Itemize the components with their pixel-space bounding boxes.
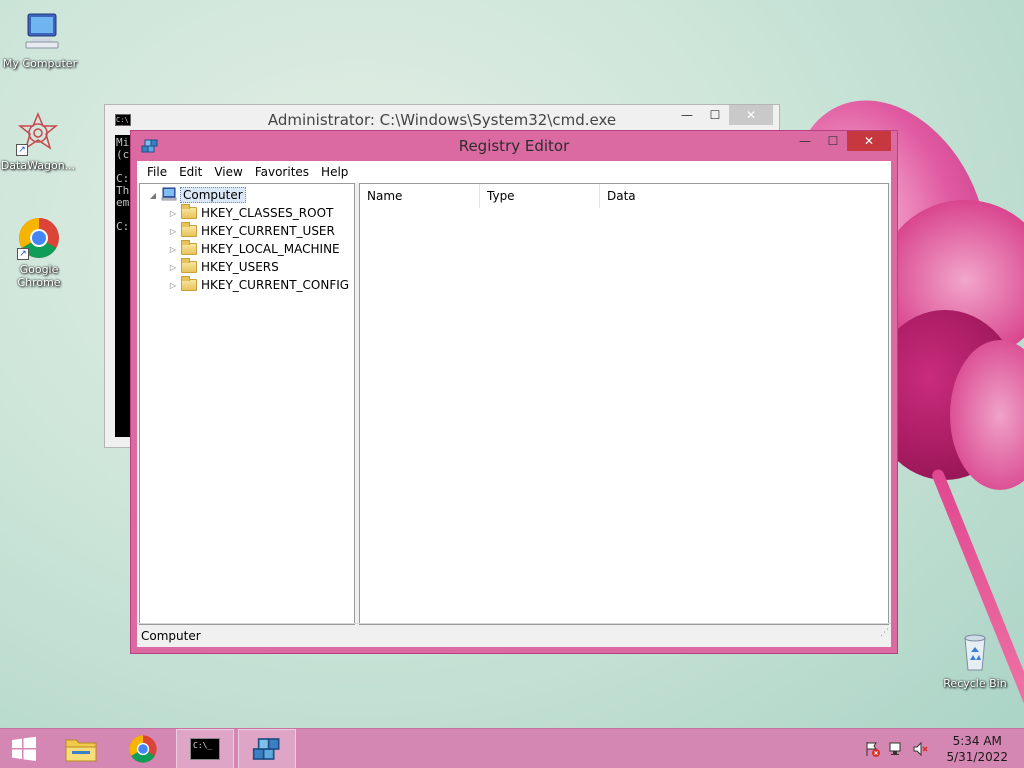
expand-arrow-icon[interactable]: ▷ [168, 263, 178, 272]
cmd-icon: C:\_ [190, 738, 220, 760]
desktop-icon-google-chrome[interactable]: ↗ Google Chrome [0, 216, 79, 289]
volume-muted-icon[interactable] [912, 741, 928, 757]
action-center-flag-icon[interactable] [864, 741, 881, 757]
desktop-icon-my-computer[interactable]: My Computer [0, 10, 80, 70]
column-header-name[interactable]: Name [360, 184, 480, 208]
tree-node-label: HKEY_USERS [201, 260, 279, 274]
column-header-data[interactable]: Data [600, 184, 890, 208]
folder-icon [181, 258, 197, 273]
clock-time: 5:34 AM [952, 734, 1002, 748]
desktop-icon-label: My Computer [2, 57, 78, 70]
computer-icon [161, 187, 177, 204]
wallpaper-stem [930, 467, 1024, 751]
expand-arrow-icon[interactable]: ▷ [168, 227, 178, 236]
folder-icon [181, 240, 197, 255]
minimize-button[interactable]: — [673, 105, 701, 125]
menu-help[interactable]: Help [315, 165, 354, 179]
chrome-icon: ↗ [17, 216, 61, 260]
close-button[interactable]: ✕ [729, 105, 773, 125]
desktop-icon-label: DataWagon... [0, 159, 76, 172]
minimize-button[interactable]: — [791, 131, 819, 151]
tree-node-hkcc[interactable]: ▷ HKEY_CURRENT_CONFIG [168, 276, 349, 294]
desktop-icon-label: Recycle Bin [943, 677, 1007, 690]
tree-node-hkcu[interactable]: ▷ HKEY_CURRENT_USER [168, 222, 335, 240]
values-list[interactable]: Name Type Data [359, 183, 889, 625]
registry-editor-window[interactable]: Registry Editor — ☐ ✕ File Edit View Fav… [130, 130, 898, 654]
cmd-icon: C:\ [115, 114, 131, 126]
collapse-arrow-icon[interactable]: ◢ [148, 191, 158, 200]
regedit-icon [252, 738, 280, 760]
tree-node-label: HKEY_CURRENT_USER [201, 224, 335, 238]
column-header-type[interactable]: Type [480, 184, 600, 208]
system-tray: 5:34 AM 5/31/2022 [860, 729, 1024, 768]
status-bar: Computer ⋰ [137, 623, 891, 647]
tree-node-label: HKEY_CURRENT_CONFIG [201, 278, 350, 292]
taskbar: C:\_ 5:34 AM 5/31/2022 [0, 728, 1024, 768]
tree-node-label: HKEY_CLASSES_ROOT [201, 206, 334, 220]
menu-file[interactable]: File [141, 165, 173, 179]
regedit-title-bar[interactable]: Registry Editor — ☐ ✕ [131, 131, 897, 161]
registry-tree[interactable]: ◢ Computer ▷ HKEY_CLASSES_ROOT ▷ HKEY_CU… [139, 183, 355, 625]
menu-bar: File Edit View Favorites Help [137, 161, 891, 183]
desktop-icon-label: Google Chrome [17, 263, 61, 289]
folder-icon [65, 739, 97, 762]
tree-node-label: Computer [180, 187, 246, 203]
tree-node-hklm[interactable]: ▷ HKEY_LOCAL_MACHINE [168, 240, 340, 258]
expand-arrow-icon[interactable]: ▷ [168, 209, 178, 218]
computer-icon [18, 10, 62, 54]
shortcut-arrow-icon: ↗ [17, 248, 29, 260]
datawagon-icon: ↗ [16, 112, 60, 156]
tree-node-hkcr[interactable]: ▷ HKEY_CLASSES_ROOT [168, 204, 333, 222]
recycle-bin-icon [953, 630, 997, 674]
tree-node-computer[interactable]: ◢ Computer [148, 186, 246, 204]
shortcut-arrow-icon: ↗ [16, 144, 28, 156]
menu-edit[interactable]: Edit [173, 165, 208, 179]
folder-icon [181, 204, 197, 219]
taskbar-clock[interactable]: 5:34 AM 5/31/2022 [946, 733, 1008, 765]
desktop-icon-recycle-bin[interactable]: Recycle Bin [935, 630, 1015, 690]
network-icon[interactable] [888, 741, 904, 757]
tree-node-label: HKEY_LOCAL_MACHINE [201, 242, 340, 256]
start-button[interactable] [0, 729, 48, 768]
close-button[interactable]: ✕ [847, 131, 891, 151]
regedit-client-area: File Edit View Favorites Help ◢ Computer [137, 161, 891, 647]
windows-logo-icon [12, 736, 36, 761]
folder-icon [181, 276, 197, 291]
resize-grip-icon[interactable]: ⋰ [880, 621, 889, 645]
menu-favorites[interactable]: Favorites [249, 165, 315, 179]
expand-arrow-icon[interactable]: ▷ [168, 281, 178, 290]
maximize-button[interactable]: ☐ [701, 105, 729, 125]
folder-icon [181, 222, 197, 237]
regedit-title: Registry Editor [458, 137, 570, 155]
tree-node-hku[interactable]: ▷ HKEY_USERS [168, 258, 279, 276]
taskbar-chrome[interactable] [114, 729, 172, 768]
taskbar-regedit[interactable] [238, 729, 296, 768]
clock-date: 5/31/2022 [946, 750, 1008, 764]
status-path: Computer [141, 629, 201, 643]
taskbar-cmd[interactable]: C:\_ [176, 729, 234, 768]
chrome-icon [129, 735, 157, 763]
maximize-button[interactable]: ☐ [819, 131, 847, 151]
menu-view[interactable]: View [208, 165, 248, 179]
desktop-icon-datawagon[interactable]: ↗ DataWagon... [0, 112, 78, 172]
taskbar-file-explorer[interactable] [52, 729, 110, 768]
expand-arrow-icon[interactable]: ▷ [168, 245, 178, 254]
